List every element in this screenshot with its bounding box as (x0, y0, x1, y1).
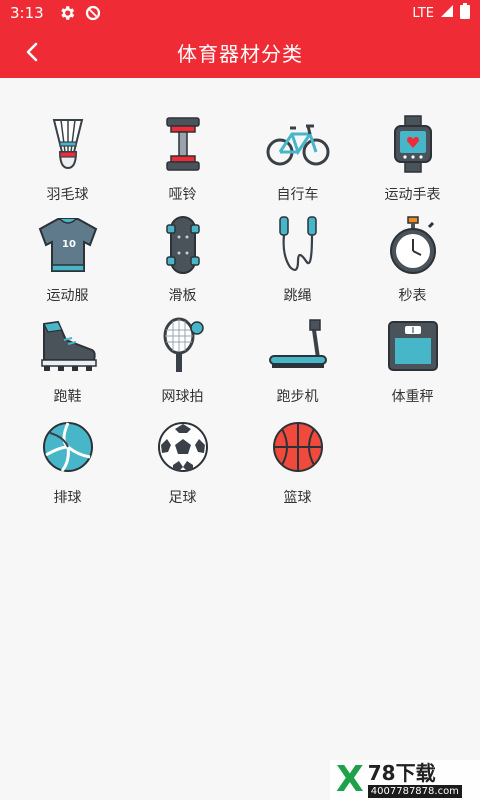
back-button[interactable] (18, 38, 46, 66)
category-label: 羽毛球 (46, 187, 89, 203)
category-scale[interactable]: 体重秤 (355, 312, 470, 413)
category-label: 排球 (53, 490, 82, 506)
smartwatch-icon (379, 110, 447, 178)
running-shoe-icon (34, 312, 102, 380)
svg-text:10: 10 (62, 239, 76, 250)
tennis-racket-icon (149, 312, 217, 380)
category-label: 跑步机 (276, 389, 319, 405)
category-volleyball[interactable]: 排球 (10, 413, 125, 514)
category-label: 秒表 (398, 288, 427, 304)
skateboard-icon (149, 211, 217, 279)
category-smartwatch[interactable]: 运动手表 (355, 110, 470, 211)
app-bar: 体育器材分类 (0, 26, 480, 78)
category-label: 足球 (168, 490, 197, 506)
category-label: 滑板 (168, 288, 197, 304)
shuttlecock-icon (34, 110, 102, 178)
signal-icon (440, 4, 454, 22)
category-dumbbell[interactable]: 哑铃 (125, 110, 240, 211)
settings-gear-icon (58, 4, 76, 22)
category-label: 网球拍 (161, 389, 204, 405)
category-running-shoes[interactable]: 跑鞋 (10, 312, 125, 413)
category-skateboard[interactable]: 滑板 (125, 211, 240, 312)
category-basketball[interactable]: 篮球 (240, 413, 355, 514)
category-label: 运动手表 (384, 187, 441, 203)
dumbbell-icon (149, 110, 217, 178)
category-label: 自行车 (276, 187, 319, 203)
volleyball-icon (34, 413, 102, 481)
battery-icon (460, 3, 470, 23)
category-label: 哑铃 (168, 187, 197, 203)
category-label: 运动服 (46, 288, 89, 304)
status-time: 3:13 (10, 4, 44, 22)
category-badminton[interactable]: 羽毛球 (10, 110, 125, 211)
treadmill-icon (264, 312, 332, 380)
category-stopwatch[interactable]: 秒表 (355, 211, 470, 312)
category-soccer[interactable]: 足球 (125, 413, 240, 514)
network-type: LTE (412, 5, 434, 21)
category-jump-rope[interactable]: 跳绳 (240, 211, 355, 312)
page-title: 体育器材分类 (177, 41, 303, 66)
status-bar: 3:13 LTE (0, 0, 480, 26)
category-sportswear[interactable]: 10 运动服 (10, 211, 125, 312)
watermark-number: 4007787878.com (367, 784, 462, 798)
bicycle-icon (264, 110, 332, 178)
scale-icon (379, 312, 447, 380)
category-label: 体重秤 (391, 389, 434, 405)
data-saver-icon (84, 4, 102, 22)
category-label: 跑鞋 (53, 389, 82, 405)
category-grid: 羽毛球 哑铃 自行车 运动手表 10 运动服 滑板 跳绳 秒表 跑鞋 网球拍 跑… (10, 110, 470, 514)
category-label: 跳绳 (283, 288, 312, 304)
soccer-ball-icon (149, 413, 217, 481)
chevron-left-icon (26, 42, 38, 62)
stopwatch-icon (379, 211, 447, 279)
jump-rope-icon (264, 211, 332, 279)
basketball-icon (264, 413, 332, 481)
category-label: 篮球 (283, 490, 312, 506)
category-treadmill[interactable]: 跑步机 (240, 312, 355, 413)
watermark-logo: X 78下载 4007787878.com (330, 760, 480, 800)
category-tennis-racket[interactable]: 网球拍 (125, 312, 240, 413)
category-bicycle[interactable]: 自行车 (240, 110, 355, 211)
watermark-x-icon: X (336, 759, 364, 800)
watermark-title: 78下载 (367, 760, 436, 785)
jersey-icon: 10 (34, 211, 102, 279)
